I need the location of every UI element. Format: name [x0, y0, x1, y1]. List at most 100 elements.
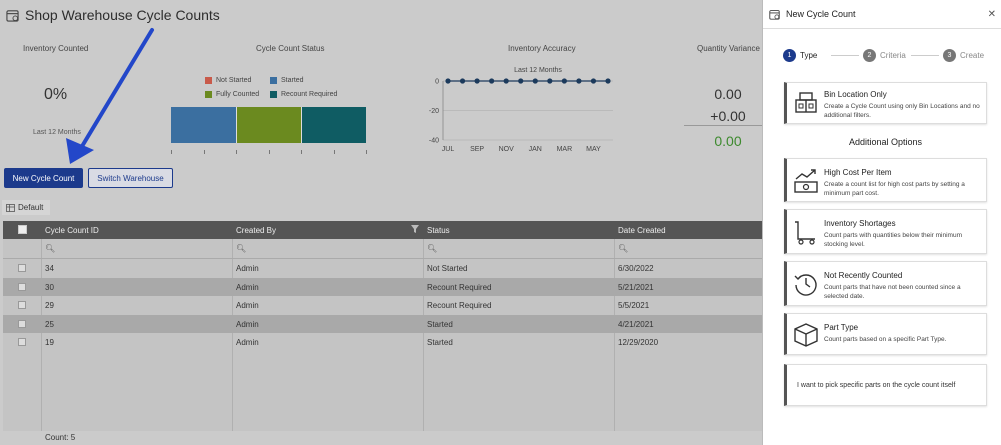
column-header-created-by[interactable]: Created By: [236, 226, 276, 235]
data-point: [518, 78, 524, 84]
step-connector: [831, 55, 859, 56]
step-create[interactable]: 3 Create: [943, 49, 984, 62]
view-tab-label: Default: [18, 203, 44, 212]
row-checkbox[interactable]: [18, 338, 26, 346]
box-icon: [794, 323, 818, 347]
table-row[interactable]: 30 Admin Recount Required 5/21/2021: [3, 277, 762, 296]
table-cell: 5/21/2021: [618, 282, 654, 292]
step-criteria[interactable]: 2 Criteria: [863, 49, 906, 62]
option-description: Create a Cycle Count using only Bin Loca…: [824, 103, 980, 119]
table-cell: 29: [45, 301, 54, 310]
cart-icon: [795, 221, 815, 245]
data-point: [561, 78, 567, 84]
legend-swatch: [205, 77, 212, 84]
panel-title: New Cycle Count: [786, 9, 856, 19]
column-header-date-created[interactable]: Date Created: [618, 226, 666, 235]
search-icon[interactable]: 🔍︎: [427, 244, 437, 253]
new-cycle-count-panel: New Cycle Count ✕ 1 Type 2 Criteria 3 Cr…: [762, 0, 1001, 445]
data-point: [489, 78, 495, 84]
bar-segment-recount-required[interactable]: [300, 107, 366, 143]
table-cell: Admin: [236, 282, 259, 292]
cycle-count-grid: Cycle Count ID Created By Status Date Cr…: [3, 221, 762, 431]
search-icon[interactable]: 🔍︎: [618, 244, 628, 253]
data-point: [576, 78, 582, 84]
panel-header: New Cycle Count ✕: [763, 0, 1001, 29]
option-high-cost-per-item[interactable]: High Cost Per Item Create a count list f…: [784, 158, 987, 202]
table-cell: 4/21/2021: [618, 319, 654, 329]
table-cell: Started: [427, 338, 453, 347]
table-cell: Admin: [236, 264, 259, 273]
x-tick-label: JUL: [442, 146, 455, 153]
table-cell: 30: [45, 282, 54, 292]
row-checkbox[interactable]: [18, 264, 26, 272]
warehouse-calendar-icon: [6, 9, 19, 22]
table-cell: 5/5/2021: [618, 301, 650, 310]
legend-fully-counted: Fully Counted: [205, 91, 259, 98]
table-row[interactable]: 25 Admin Started 4/21/2021: [3, 314, 762, 333]
data-point: [474, 78, 480, 84]
x-tick-label: MAR: [557, 146, 573, 153]
main-area: Shop Warehouse Cycle Counts Inventory Co…: [0, 0, 762, 445]
step-type[interactable]: 1 Type: [783, 49, 817, 62]
data-point: [503, 78, 509, 84]
data-point: [547, 78, 553, 84]
x-tick-label: MAY: [586, 146, 601, 153]
table-cell: Recount Required: [427, 282, 492, 292]
row-checkbox[interactable]: [18, 319, 26, 328]
option-title: Not Recently Counted: [824, 271, 903, 280]
bar-segment-started[interactable]: [171, 107, 236, 143]
filter-row: 🔍︎ 🔍︎ 🔍︎ 🔍︎: [3, 239, 762, 259]
grid-header: Cycle Count ID Created By Status Date Cr…: [3, 221, 762, 239]
row-checkbox[interactable]: [18, 301, 26, 309]
y-tick-label: -20: [429, 108, 439, 115]
step-number: 1: [783, 49, 796, 62]
step-label: Create: [960, 51, 985, 60]
axis-tick: [301, 150, 302, 154]
legend-swatch: [205, 91, 212, 98]
row-checkbox[interactable]: [18, 282, 26, 291]
inventory-accuracy-chart: Last 12 Months 0 -20 -40JUL SEP NOV JAN MAR MAY: [429, 67, 613, 153]
option-inventory-shortages[interactable]: Inventory Shortages Count parts with qua…: [784, 209, 987, 254]
grid-view-icon: [6, 203, 15, 212]
switch-warehouse-button[interactable]: Switch Warehouse: [88, 168, 173, 188]
legend-label: Fully Counted: [216, 91, 260, 98]
table-row[interactable]: 34 Admin Not Started 6/30/2022: [3, 259, 762, 277]
option-description: Count parts with quantities below their …: [824, 232, 963, 248]
close-icon[interactable]: ✕: [988, 9, 996, 20]
select-all-checkbox[interactable]: [18, 225, 27, 234]
column-header-status[interactable]: Status: [427, 226, 450, 235]
inventory-counted-note: Last 12 Months: [33, 129, 81, 136]
option-not-recently-counted[interactable]: Not Recently Counted Count parts that ha…: [784, 261, 987, 306]
table-cell: Admin: [236, 338, 259, 347]
inventory-counted-label: Inventory Counted: [23, 44, 89, 53]
axis-tick: [268, 150, 270, 154]
search-icon[interactable]: 🔍︎: [45, 244, 55, 253]
x-tick-label: JAN: [529, 146, 542, 153]
table-cell: Admin: [236, 301, 259, 310]
option-title: Inventory Shortages: [824, 219, 896, 228]
inventory-counted-value: 0%: [44, 86, 68, 103]
view-tab-default[interactable]: Default: [2, 200, 50, 215]
legend-swatch: [270, 91, 277, 98]
variance-divider: [684, 125, 762, 126]
y-tick-label: 0: [435, 79, 439, 86]
column-header-id[interactable]: Cycle Count ID: [45, 226, 99, 235]
boxes-icon: [795, 92, 817, 113]
option-pick-specific-parts[interactable]: I want to pick specific parts on the cyc…: [784, 364, 987, 406]
history-icon: [794, 274, 817, 296]
bar-segment-fully-counted[interactable]: [235, 107, 301, 143]
stacked-bar-axis: [171, 150, 367, 154]
new-cycle-count-button[interactable]: New Cycle Count: [4, 168, 83, 188]
axis-tick: [333, 150, 335, 154]
filter-icon[interactable]: [411, 225, 419, 233]
option-part-type[interactable]: Part Type Count parts based on a specifi…: [784, 313, 987, 355]
option-bin-location-only[interactable]: Bin Location Only Create a Cycle Count u…: [784, 82, 987, 124]
table-row[interactable]: 19 Admin Started 12/29/2020: [3, 333, 762, 351]
x-tick-label: SEP: [470, 146, 484, 153]
step-label: Criteria: [880, 51, 906, 60]
cycle-count-icon: [769, 9, 780, 20]
search-icon[interactable]: 🔍︎: [236, 244, 246, 253]
table-row[interactable]: 29 Admin Recount Required 5/5/2021: [3, 296, 762, 314]
cycle-count-status-label: Cycle Count Status: [256, 44, 325, 53]
legend-label: Not Started: [216, 77, 252, 84]
